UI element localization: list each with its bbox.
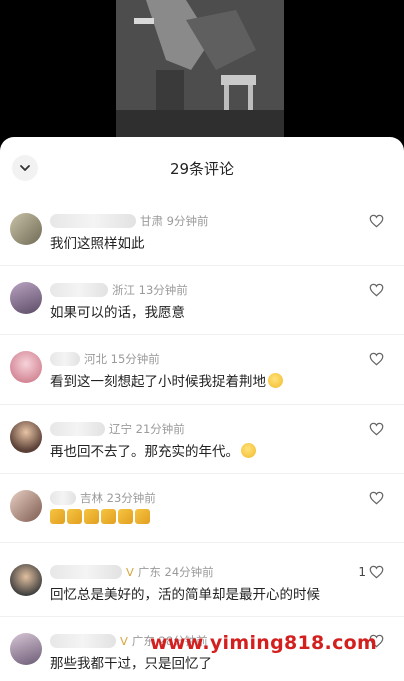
comment-item[interactable]: 河北 15分钟前 看到这一刻想起了小时候我捉着荆地 — [0, 335, 404, 405]
comment-time: 24分钟前 — [164, 565, 214, 579]
site-watermark: www.yiming818.com — [150, 632, 378, 654]
avatar[interactable] — [10, 351, 42, 383]
verified-badge-icon: ᐯ — [120, 634, 128, 648]
thumbs-up-emoji-icon — [50, 509, 65, 524]
heart-outline-icon — [369, 214, 384, 228]
thumbs-up-emoji-icon — [67, 509, 82, 524]
comment-time: 15分钟前 — [110, 352, 160, 366]
comment-item[interactable]: 甘肃 9分钟前 我们这照样如此 — [0, 197, 404, 266]
avatar[interactable] — [10, 213, 42, 245]
sheet-header: 29条评论 — [0, 137, 404, 197]
avatar[interactable] — [10, 490, 42, 522]
laughing-emoji-icon — [268, 373, 283, 388]
comment-item[interactable]: 浙江 13分钟前 如果可以的话，我愿意 — [0, 266, 404, 335]
username-redacted[interactable] — [50, 565, 122, 579]
comment-text: 那些我都干过，只是回忆了 — [50, 656, 212, 672]
like-button[interactable] — [369, 491, 384, 505]
comment-time: 21分钟前 — [135, 422, 185, 436]
comment-location: 浙江 — [112, 283, 135, 297]
verified-badge-icon: ᐯ — [126, 565, 134, 579]
crying-laughing-emoji-icon — [241, 443, 256, 458]
thumbs-up-emoji-icon — [84, 509, 99, 524]
username-redacted[interactable] — [50, 422, 105, 436]
heart-outline-icon — [369, 565, 384, 579]
like-button[interactable] — [369, 283, 384, 297]
comment-text: 如果可以的话，我愿意 — [50, 305, 185, 321]
comment-item[interactable]: ᐯ 广东 24分钟前 回忆总是美好的，活的简单却是最开心的时候 1 — [0, 543, 404, 617]
avatar[interactable] — [10, 564, 42, 596]
username-redacted[interactable] — [50, 283, 108, 297]
heart-outline-icon — [369, 422, 384, 436]
comment-location: 辽宁 — [109, 422, 132, 436]
like-button[interactable] — [369, 352, 384, 366]
avatar[interactable] — [10, 282, 42, 314]
username-redacted[interactable] — [50, 214, 136, 228]
comment-text: 再也回不去了。那充实的年代。 — [50, 444, 239, 460]
username-redacted[interactable] — [50, 634, 116, 648]
video-frame — [116, 0, 284, 140]
comment-text: 看到这一刻想起了小时候我捉着荆地 — [50, 374, 266, 390]
comment-time: 23分钟前 — [106, 491, 156, 505]
heart-outline-icon — [369, 283, 384, 297]
comment-text: 我们这照样如此 — [50, 236, 145, 252]
video-frame-image — [116, 0, 284, 140]
like-count: 1 — [358, 565, 366, 579]
comment-location: 广东 — [137, 565, 161, 579]
thumbs-up-emoji-icon — [118, 509, 133, 524]
comments-count-title: 29条评论 — [169, 160, 235, 178]
comment-text: 回忆总是美好的，活的简单却是最开心的时候 — [50, 587, 320, 603]
comment-time: 13分钟前 — [138, 283, 188, 297]
avatar[interactable] — [10, 421, 42, 453]
thumbs-up-emoji-icon — [135, 509, 150, 524]
thumbs-up-emoji-icon — [101, 509, 116, 524]
like-button[interactable]: 1 — [358, 565, 384, 579]
comment-location: 河北 — [84, 352, 107, 366]
comment-location: 甘肃 — [140, 214, 163, 228]
avatar[interactable] — [10, 633, 42, 665]
like-button[interactable] — [369, 422, 384, 436]
video-player[interactable] — [0, 0, 404, 150]
heart-outline-icon — [369, 491, 384, 505]
username-redacted[interactable] — [50, 491, 76, 505]
comments-sheet: 29条评论 甘肃 9分钟前 我们这照样如此 浙江 13分钟前 如果可以的话，我愿… — [0, 137, 404, 681]
comment-location: 吉林 — [80, 491, 103, 505]
comment-item[interactable]: 吉林 23分钟前 — [0, 474, 404, 543]
like-button[interactable] — [369, 214, 384, 228]
username-redacted[interactable] — [50, 352, 80, 366]
comment-item[interactable]: 辽宁 21分钟前 再也回不去了。那充实的年代。 — [0, 405, 404, 474]
heart-outline-icon — [369, 352, 384, 366]
comment-time: 9分钟前 — [166, 214, 209, 228]
thumbs-up-emoji-row — [50, 509, 152, 526]
